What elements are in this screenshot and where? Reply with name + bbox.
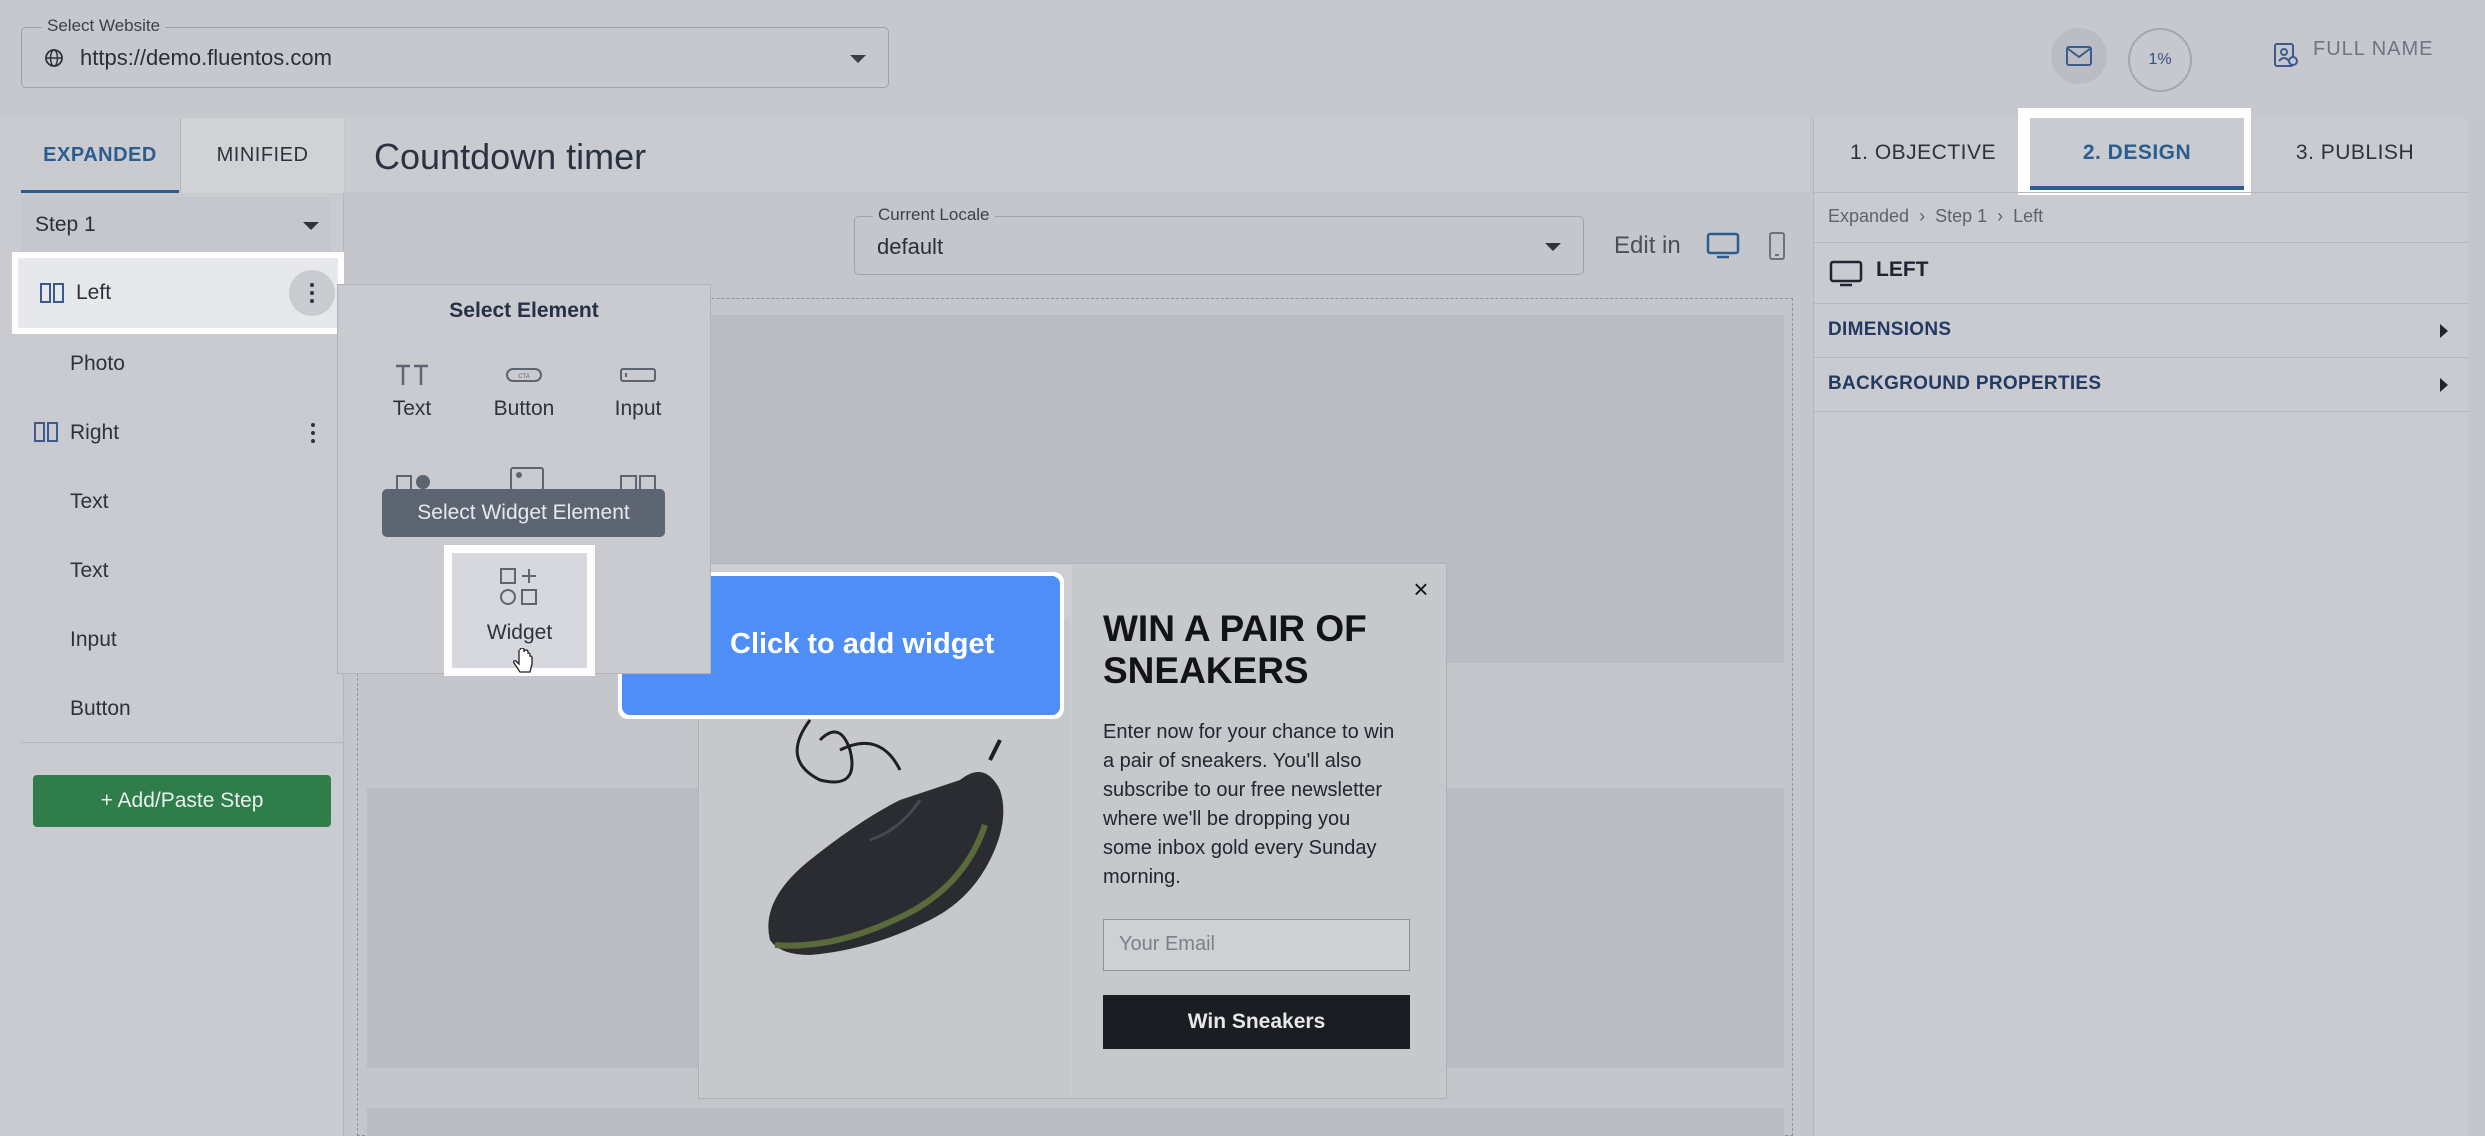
section-background-properties[interactable]: BACKGROUND PROPERTIES (1828, 373, 2448, 395)
canvas-section (367, 1108, 1784, 1136)
tree-item-button[interactable]: Button (21, 674, 331, 743)
add-widget-label: Click to add widget (730, 628, 995, 660)
element-input[interactable]: Input (584, 363, 692, 421)
tree-item-label: Left (76, 281, 112, 304)
kebab-icon[interactable] (311, 423, 315, 443)
tab-expanded[interactable]: EXPANDED (21, 118, 179, 193)
sneaker-image (768, 719, 1004, 955)
website-select-label: Select Website (42, 16, 166, 36)
tree-item-input[interactable]: Input (21, 605, 331, 674)
breadcrumb-item[interactable]: Expanded (1828, 206, 1909, 226)
tree-item-label: Button (70, 697, 131, 720)
divider (1813, 303, 2468, 304)
breadcrumb-item: Left (2013, 206, 2044, 226)
scrollbar[interactable] (2468, 118, 2485, 1136)
tooltip: Select Widget Element (382, 489, 665, 537)
select-element-title: Select Element (449, 299, 599, 322)
tab-design[interactable]: 2. DESIGN (2030, 118, 2244, 190)
divider (1813, 192, 2485, 193)
mail-icon (2066, 46, 2092, 66)
tab-publish[interactable]: 3. PUBLISH (2245, 118, 2465, 192)
section-label: DIMENSIONS (1828, 319, 1952, 340)
text-icon (396, 364, 428, 385)
close-icon[interactable]: × (1408, 576, 1434, 602)
chevron-right-icon (2440, 324, 2448, 338)
mobile-icon[interactable] (1768, 231, 1786, 261)
edit-in-label: Edit in (1614, 232, 1681, 259)
divider (1813, 357, 2468, 358)
breadcrumb-item[interactable]: Step 1 (1935, 206, 1987, 226)
popup-title: WIN A PAIR OF SNEAKERS (1103, 608, 1367, 691)
chevron-right-icon (2440, 378, 2448, 392)
tab-objective[interactable]: 1. OBJECTIVE (1813, 118, 2033, 192)
win-sneakers-button[interactable]: Win Sneakers (1103, 995, 1410, 1049)
element-label: Text (392, 397, 432, 420)
more-options-button[interactable] (289, 270, 335, 316)
section-dimensions[interactable]: DIMENSIONS (1828, 319, 2448, 341)
divider (1813, 242, 2468, 243)
user-profile-icon[interactable] (2273, 42, 2299, 68)
divider (1813, 411, 2468, 412)
widget-icon (500, 568, 537, 605)
element-label: Widget (486, 621, 553, 644)
locale-select[interactable]: Current Locale default (854, 205, 1584, 275)
columns-icon (34, 422, 60, 442)
desktop-icon[interactable] (1706, 232, 1740, 260)
step-select-value: Step 1 (35, 213, 96, 236)
tree-item-left[interactable]: Left (12, 252, 344, 334)
kebab-icon (310, 283, 314, 303)
element-title: LEFT (1876, 258, 1929, 281)
progress-indicator: 1% (2128, 28, 2192, 92)
element-widget[interactable]: Widget (452, 553, 587, 673)
email-field[interactable]: Your Email (1103, 919, 1410, 971)
element-label: Button (493, 397, 555, 420)
tree-item-text[interactable]: Text (21, 467, 331, 536)
columns-icon (40, 283, 66, 303)
button-icon: CTA (506, 368, 542, 382)
tab-minified[interactable]: MINIFIED (180, 118, 344, 193)
checkbox-icon[interactable] (395, 470, 433, 490)
breadcrumb: Expanded › Step 1 › Left (1828, 206, 2044, 226)
tree-item-label: Right (70, 421, 120, 444)
globe-icon (45, 49, 63, 67)
page-title: Countdown timer (374, 136, 647, 177)
chevron-down-icon (303, 222, 319, 230)
tree-item-label: Input (70, 628, 117, 651)
section-label: BACKGROUND PROPERTIES (1828, 373, 2102, 394)
desktop-icon (1829, 260, 1863, 287)
locale-select-label: Current Locale (873, 205, 995, 225)
chevron-down-icon (850, 55, 866, 63)
step-select[interactable]: Step 1 (21, 197, 331, 253)
tree-item-right[interactable]: Right (21, 398, 331, 467)
tree-item-text[interactable]: Text (21, 536, 331, 605)
mail-button[interactable] (2051, 28, 2107, 84)
divider (21, 742, 344, 743)
cursor-hand-icon (513, 648, 533, 673)
input-icon (620, 368, 656, 382)
website-select[interactable]: Select Website https://demo.fluentos.com (21, 16, 889, 88)
locale-select-value: default (877, 234, 944, 259)
chevron-down-icon (1545, 243, 1561, 251)
tree-item-label: Text (70, 490, 109, 513)
tree-item-photo[interactable]: Photo (21, 329, 331, 398)
element-label: Input (614, 397, 662, 420)
add-step-button[interactable]: + Add/Paste Step (33, 775, 331, 827)
tree-item-label: Photo (70, 352, 125, 375)
svg-text:CTA: CTA (518, 374, 530, 380)
popup-description: Enter now for your chance to win a pair … (1103, 721, 1395, 888)
user-name[interactable]: FULL NAME (2313, 38, 2434, 61)
image-icon[interactable] (509, 466, 545, 490)
element-text[interactable]: Text (358, 363, 466, 421)
element-button[interactable]: CTA Button (470, 363, 578, 421)
website-select-value: https://demo.fluentos.com (80, 45, 332, 70)
tree-item-label: Text (70, 559, 109, 582)
